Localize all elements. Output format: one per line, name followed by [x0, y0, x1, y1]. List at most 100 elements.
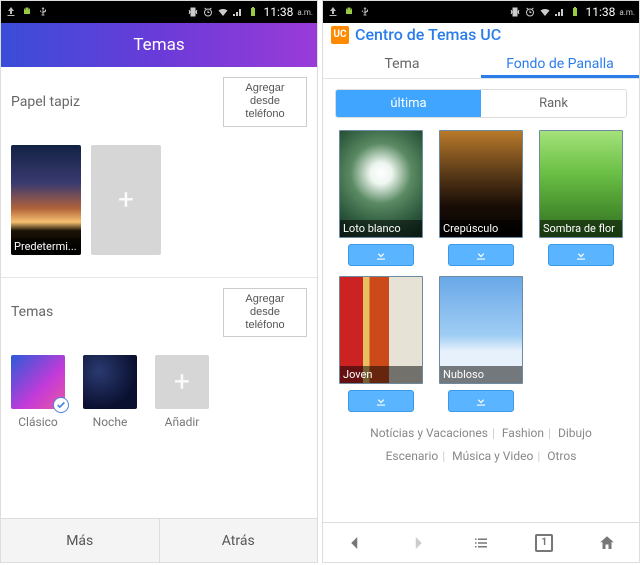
phone-left-temas: 11:38a.m. Temas Papel tapiz Agregar desd…	[0, 0, 318, 563]
phone-right-centro-temas: 11:38a.m. UC Centro de Temas UC Tema Fon…	[322, 0, 640, 563]
wallpaper-caption: Nubloso	[440, 366, 522, 383]
status-bar: 11:38a.m.	[1, 1, 317, 23]
category-noticias[interactable]: Notícias y Vacaciones	[370, 426, 488, 440]
download-icon	[474, 248, 488, 262]
theme-item-add[interactable]: + Añadir	[155, 355, 209, 429]
more-button[interactable]: Más	[1, 519, 160, 562]
add-wallpaper-from-phone-button[interactable]: Agregar desde teléfono	[223, 77, 307, 127]
alarm-icon	[524, 6, 536, 18]
download-button[interactable]	[448, 390, 514, 412]
category-fashion[interactable]: Fashion	[502, 426, 544, 440]
header-title: Temas	[133, 35, 184, 55]
wallpaper-default-label: Predetermi...	[11, 238, 81, 255]
vibrate-icon	[187, 6, 199, 18]
wallpaper-caption: Crepúsculo	[440, 220, 522, 237]
top-tabs: Tema Fondo de Panalla	[323, 48, 639, 79]
status-time: 11:38	[262, 5, 294, 19]
download-button[interactable]	[548, 244, 614, 266]
download-icon	[374, 248, 388, 262]
wallpaper-section-title: Papel tapiz	[11, 94, 80, 110]
download-button[interactable]	[348, 244, 414, 266]
theme-add-label: Añadir	[165, 415, 200, 429]
tab-tema[interactable]: Tema	[323, 48, 481, 78]
browser-nav-bar: 1	[323, 522, 639, 562]
back-arrow-icon	[346, 534, 364, 552]
back-button[interactable]: Atrás	[160, 519, 318, 562]
wifi-icon	[217, 6, 229, 18]
plus-icon: +	[118, 186, 134, 214]
add-theme-from-phone-button[interactable]: Agregar desde teléfono	[223, 288, 307, 338]
theme-classic-label: Clásico	[18, 415, 58, 429]
selected-check-icon	[53, 397, 69, 413]
tab-fondo[interactable]: Fondo de Panalla	[481, 48, 639, 78]
nav-forward-button[interactable]	[386, 523, 449, 562]
vibrate-icon	[509, 6, 521, 18]
nav-tabs-button[interactable]: 1	[513, 523, 576, 562]
android-notif-icon	[343, 6, 355, 18]
android-notif-icon	[21, 6, 33, 18]
theme-night-label: Noche	[93, 415, 128, 429]
home-icon	[598, 534, 616, 552]
plus-icon: +	[174, 368, 190, 396]
status-time: 11:38	[584, 5, 616, 19]
theme-night-thumb	[83, 355, 137, 409]
segment-rank[interactable]: Rank	[481, 90, 626, 117]
wallpaper-default-thumb[interactable]: Predetermi...	[11, 145, 81, 255]
segment-latest[interactable]: última	[336, 90, 481, 117]
uc-badge-icon: UC	[331, 26, 349, 44]
signal-icon	[554, 6, 566, 18]
page-title: Centro de Temas UC	[355, 25, 501, 44]
battery-icon	[569, 6, 581, 18]
theme-classic-thumb	[11, 355, 65, 409]
forward-arrow-icon	[409, 534, 427, 552]
usb-notif-icon	[37, 6, 49, 18]
wallpaper-caption: Joven	[340, 366, 422, 383]
category-musica[interactable]: Música y Video	[452, 449, 533, 463]
theme-item-night[interactable]: Noche	[83, 355, 137, 429]
nav-home-button[interactable]	[576, 523, 639, 562]
download-notif-icon	[5, 6, 17, 18]
wallpaper-card-nubloso: Nubloso	[435, 276, 527, 412]
themes-section-title: Temas	[11, 304, 53, 320]
signal-icon	[232, 6, 244, 18]
theme-item-classic[interactable]: Clásico	[11, 355, 65, 429]
wallpaper-card-sombra: Sombra de flor	[535, 130, 627, 266]
menu-list-icon	[472, 534, 490, 552]
wallpaper-card-loto: Loto blanco	[335, 130, 427, 266]
usb-notif-icon	[359, 6, 371, 18]
wallpaper-card-joven: Joven	[335, 276, 427, 412]
header-bar: Temas	[1, 23, 317, 67]
wallpaper-section: Papel tapiz Agregar desde teléfono Prede…	[1, 67, 317, 275]
category-otros[interactable]: Otros	[547, 449, 576, 463]
status-ampm: a.m.	[296, 8, 313, 17]
bottom-bar: Más Atrás	[1, 518, 317, 562]
wallpaper-caption: Loto blanco	[340, 220, 422, 237]
wallpaper-grid: Loto blanco Crepúsculo Sombra de flor Jo…	[323, 126, 639, 416]
alarm-icon	[202, 6, 214, 18]
wallpaper-card-crepusculo: Crepúsculo	[435, 130, 527, 266]
wallpaper-add-tile[interactable]: +	[91, 145, 161, 255]
download-icon	[374, 394, 388, 408]
category-dibujo[interactable]: Dibujo	[558, 426, 592, 440]
wallpaper-thumb[interactable]: Nubloso	[439, 276, 523, 384]
themes-section: Temas Agregar desde teléfono Clásico Noc…	[1, 278, 317, 444]
nav-back-button[interactable]	[323, 523, 386, 562]
download-button[interactable]	[348, 390, 414, 412]
status-bar: 11:38a.m.	[323, 1, 639, 23]
wifi-icon	[539, 6, 551, 18]
category-row: Notícias y Vacaciones| Fashion| Dibujo E…	[323, 416, 639, 470]
status-ampm: a.m.	[618, 8, 635, 17]
theme-add-thumb: +	[155, 355, 209, 409]
download-icon	[574, 248, 588, 262]
wallpaper-thumb[interactable]: Sombra de flor	[539, 130, 623, 238]
wallpaper-thumb[interactable]: Loto blanco	[339, 130, 423, 238]
wallpaper-caption: Sombra de flor	[540, 220, 622, 237]
tabs-count-icon: 1	[535, 534, 553, 552]
download-icon	[474, 394, 488, 408]
wallpaper-thumb[interactable]: Crepúsculo	[439, 130, 523, 238]
nav-menu-button[interactable]	[449, 523, 512, 562]
download-button[interactable]	[448, 244, 514, 266]
download-notif-icon	[327, 6, 339, 18]
wallpaper-thumb[interactable]: Joven	[339, 276, 423, 384]
category-escenario[interactable]: Escenario	[386, 449, 439, 463]
